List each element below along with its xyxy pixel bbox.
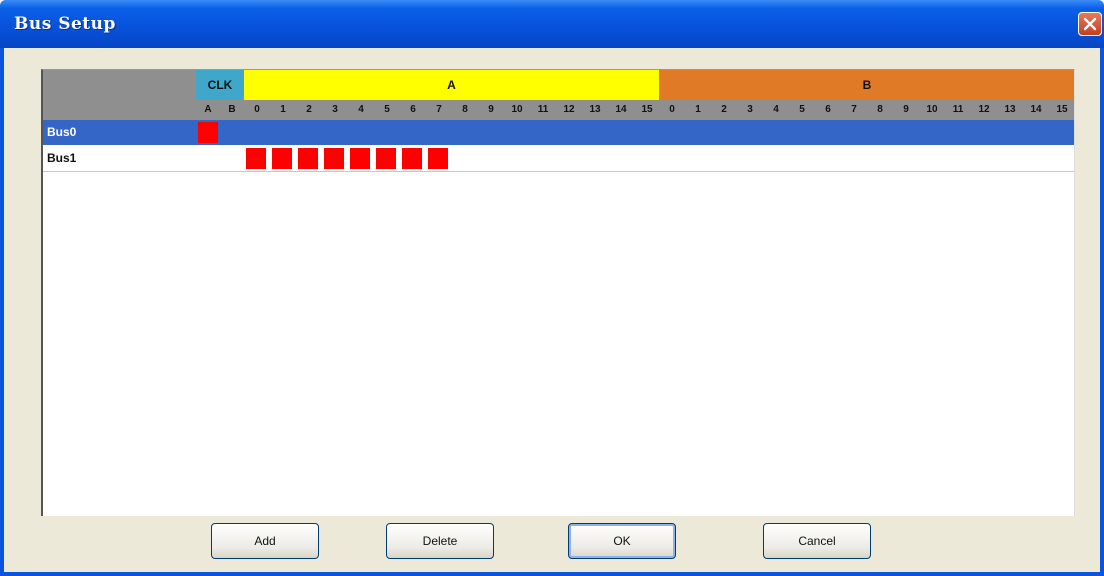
- pin-header-row: A B 0 1 2 3 4 5 6 7 8 9 10 11 12 13 14 15 0 1 2 3 4 5 6 7 8 9 10 11 12…: [196, 100, 1074, 120]
- pin-label-b-10: 10: [926, 104, 938, 115]
- close-button[interactable]: [1078, 12, 1102, 36]
- group-header-clk: CLK: [196, 70, 244, 100]
- pin-label-b-5: 5: [799, 104, 805, 115]
- assigned-cell-clk-A[interactable]: [198, 122, 218, 143]
- pin-label-b-4: 4: [773, 104, 779, 115]
- pin-label-a-0: 0: [254, 104, 260, 115]
- pin-label-clk-A: A: [204, 104, 212, 115]
- delete-button[interactable]: Delete: [386, 523, 494, 559]
- pin-label-a-2: 2: [306, 104, 312, 115]
- pin-label-b-11: 11: [952, 104, 964, 115]
- bus-row-bus1[interactable]: Bus1: [43, 146, 1074, 172]
- pin-label-b-6: 6: [825, 104, 831, 115]
- pin-label-a-13: 13: [589, 104, 601, 115]
- pin-label-a-10: 10: [511, 104, 523, 115]
- pin-label-a-4: 4: [358, 104, 364, 115]
- assigned-cell-a-0[interactable]: [246, 148, 266, 169]
- pin-label-a-7: 7: [436, 104, 442, 115]
- group-header-b: B: [659, 70, 1074, 100]
- assigned-cell-a-4[interactable]: [350, 148, 370, 169]
- ok-button[interactable]: OK: [568, 523, 676, 559]
- close-icon: [1083, 17, 1097, 31]
- bus-grid: CLK A B A B 0 1 2 3 4 5 6 7 8 9 10 11 12 13 14 15 0 1 2 3 4 5 6 7…: [41, 69, 1075, 516]
- pin-label-a-5: 5: [384, 104, 390, 115]
- pin-label-b-2: 2: [721, 104, 727, 115]
- pin-label-b-9: 9: [903, 104, 909, 115]
- pin-label-b-1: 1: [695, 104, 701, 115]
- group-header-a: A: [244, 70, 659, 100]
- pin-label-a-1: 1: [280, 104, 286, 115]
- add-button[interactable]: Add: [211, 523, 319, 559]
- pin-label-b-8: 8: [877, 104, 883, 115]
- window-title: Bus Setup: [14, 14, 116, 34]
- pin-label-b-15: 15: [1056, 104, 1068, 115]
- pin-label-a-14: 14: [615, 104, 627, 115]
- assigned-cell-a-5[interactable]: [376, 148, 396, 169]
- pin-label-a-11: 11: [537, 104, 549, 115]
- pin-label-b-12: 12: [978, 104, 990, 115]
- pin-label-a-9: 9: [488, 104, 494, 115]
- assigned-cell-a-7[interactable]: [428, 148, 448, 169]
- assigned-cell-a-1[interactable]: [272, 148, 292, 169]
- bus-name: Bus1: [47, 151, 77, 165]
- pin-label-b-7: 7: [851, 104, 857, 115]
- pin-label-b-14: 14: [1030, 104, 1042, 115]
- pin-label-clk-B: B: [228, 104, 236, 115]
- pin-label-a-3: 3: [332, 104, 338, 115]
- title-bar[interactable]: Bus Setup: [0, 0, 1104, 48]
- assigned-cell-a-6[interactable]: [402, 148, 422, 169]
- grid-corner: [43, 70, 196, 120]
- pin-label-b-0: 0: [669, 104, 675, 115]
- bus-row-bus0[interactable]: Bus0: [43, 120, 1074, 145]
- pin-label-b-13: 13: [1004, 104, 1016, 115]
- pin-label-a-15: 15: [641, 104, 653, 115]
- cancel-button[interactable]: Cancel: [763, 523, 871, 559]
- assigned-cell-a-3[interactable]: [324, 148, 344, 169]
- pin-label-a-6: 6: [410, 104, 416, 115]
- pin-label-a-12: 12: [563, 104, 575, 115]
- pin-label-a-8: 8: [462, 104, 468, 115]
- bus-name: Bus0: [47, 125, 77, 139]
- assigned-cell-a-2[interactable]: [298, 148, 318, 169]
- pin-label-b-3: 3: [747, 104, 753, 115]
